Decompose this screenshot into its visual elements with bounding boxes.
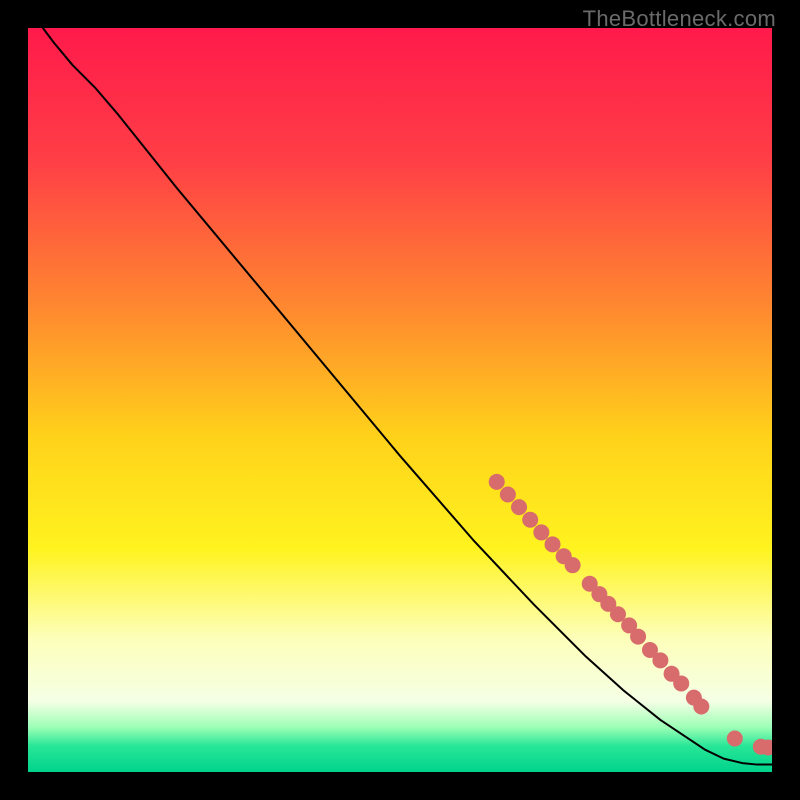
marker-dot	[727, 731, 743, 747]
marker-dot	[630, 629, 646, 645]
marker-dot	[693, 699, 709, 715]
marker-dot	[511, 499, 527, 515]
chart-plot-area	[28, 28, 772, 772]
marker-dot	[565, 557, 581, 573]
marker-dot	[500, 486, 516, 502]
marker-dot	[489, 474, 505, 490]
marker-dot	[652, 652, 668, 668]
chart-stage: TheBottleneck.com	[0, 0, 800, 800]
chart-svg	[28, 28, 772, 772]
marker-dot	[522, 512, 538, 528]
marker-dot	[673, 675, 689, 691]
marker-dot	[545, 536, 561, 552]
marker-dot	[533, 524, 549, 540]
